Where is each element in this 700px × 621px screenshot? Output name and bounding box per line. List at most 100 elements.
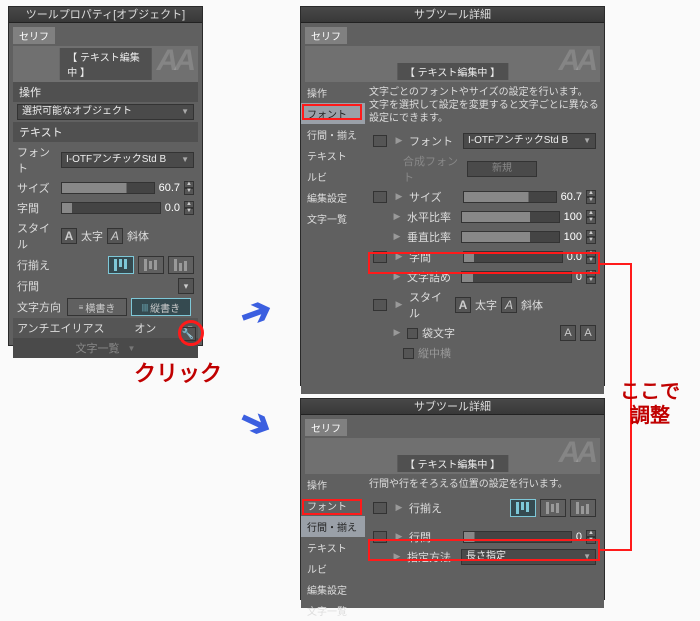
expand-icon[interactable]: ▶ <box>391 231 403 243</box>
size-spinner[interactable]: ▲▼ <box>586 190 596 204</box>
leading-menu-icon[interactable]: ▾ <box>178 278 194 294</box>
italic-icon[interactable]: A <box>501 297 517 313</box>
sidebar-item-ruby[interactable]: ルビ <box>301 166 365 187</box>
kerning-spinner[interactable]: ▲▼ <box>586 270 596 284</box>
align-label: 行揃え <box>409 500 459 516</box>
bold-label: 太字 <box>81 228 103 244</box>
align-center-button[interactable] <box>138 256 164 274</box>
expand-icon[interactable]: ▶ <box>391 327 403 339</box>
font-value: I-OTFアンチックStd B <box>66 153 166 167</box>
hratio-slider[interactable] <box>461 211 560 223</box>
tab-serif[interactable]: セリフ <box>13 27 55 44</box>
expand-icon[interactable]: ▶ <box>391 271 403 283</box>
annotation-adjust-text: ここで調整 <box>620 380 680 428</box>
antialias-label: アンチエイリアス <box>17 320 105 336</box>
sidebar-item-line-align[interactable]: 行間・揃え <box>301 516 365 537</box>
eye-icon[interactable] <box>373 251 387 263</box>
leading-value: 0 <box>576 531 582 543</box>
char-list-button[interactable]: 文字一覧 <box>76 340 120 356</box>
tracking-label: 字間 <box>17 200 57 216</box>
tab-serif[interactable]: セリフ <box>305 419 347 436</box>
outline-style-2[interactable]: A <box>580 325 596 341</box>
tracking-slider[interactable] <box>463 251 563 263</box>
outline-style-1[interactable]: A <box>560 325 576 341</box>
sidebar-item-line-align[interactable]: 行間・揃え <box>301 124 365 145</box>
align-center-button[interactable] <box>540 499 566 517</box>
banner-glyph: AA <box>559 436 594 470</box>
sidebar-item-edit-settings[interactable]: 編集設定 <box>301 579 365 600</box>
expand-icon[interactable]: ▶ <box>393 531 405 543</box>
expand-icon[interactable]: ▶ <box>393 251 405 263</box>
expand-icon[interactable]: ▶ <box>393 502 405 514</box>
hratio-spinner[interactable]: ▲▼ <box>586 210 596 224</box>
align-bottom-button[interactable] <box>168 256 194 274</box>
eye-icon[interactable] <box>373 135 387 147</box>
kerning-value: 0 <box>576 271 582 283</box>
align-top-button[interactable] <box>108 256 134 274</box>
kerning-slider[interactable] <box>461 271 572 283</box>
method-dropdown[interactable]: 長さ指定▼ <box>461 549 596 565</box>
strike-label: 縦中横 <box>418 345 451 361</box>
vratio-slider[interactable] <box>461 231 560 243</box>
tab-serif[interactable]: セリフ <box>305 27 347 44</box>
expand-icon[interactable]: ▶ <box>393 135 405 147</box>
sidebar-item-char-list[interactable]: 文字一覧 <box>301 600 365 621</box>
new-composite-font-button[interactable]: 新規 <box>467 161 537 177</box>
leading-spinner[interactable]: ▲▼ <box>586 530 596 544</box>
vratio-value: 100 <box>564 231 582 243</box>
sidebar-item-font[interactable]: フォント <box>301 103 365 124</box>
leading-slider[interactable] <box>463 531 572 543</box>
method-label: 指定方法 <box>407 549 457 565</box>
italic-icon[interactable]: A <box>107 228 123 244</box>
sidebar-item-ruby[interactable]: ルビ <box>301 558 365 579</box>
wrench-button[interactable]: 🔧 <box>180 327 196 341</box>
sidebar-item-operation[interactable]: 操作 <box>301 82 365 103</box>
sidebar-item-char-list[interactable]: 文字一覧 <box>301 208 365 229</box>
align-top-button[interactable] <box>510 499 536 517</box>
annotation-connector <box>630 263 632 551</box>
size-slider[interactable] <box>61 182 155 194</box>
sidebar-item-font[interactable]: フォント <box>301 495 365 516</box>
selectable-object-dropdown[interactable]: 選択可能なオブジェクト▼ <box>17 104 194 120</box>
expand-icon[interactable]: ▶ <box>391 211 403 223</box>
bold-icon[interactable]: A <box>61 228 77 244</box>
leading-label: 行間 <box>409 529 459 545</box>
antialias-value[interactable]: オン <box>109 320 183 336</box>
expand-icon[interactable]: ▶ <box>393 191 405 203</box>
size-slider[interactable] <box>463 191 557 203</box>
size-spinner[interactable]: ▲▼ <box>184 181 194 195</box>
chevron-down-icon: ▼ <box>583 134 591 148</box>
font-dropdown[interactable]: I-OTFアンチックStd B▼ <box>463 133 596 149</box>
horizontal-button[interactable]: ≡横書き <box>67 298 127 316</box>
subtool-detail-panel-2: サブツール詳細 セリフ AA 【 テキスト編集中 】 操作 フォント 行間・揃え… <box>300 398 605 600</box>
chevron-down-icon: ▼ <box>583 550 591 564</box>
vertical-button[interactable]: |||縦書き <box>131 298 191 316</box>
banner-glyph: AA <box>157 44 192 78</box>
dropdown-label: 選択可能なオブジェクト <box>22 105 132 119</box>
sidebar-item-edit-settings[interactable]: 編集設定 <box>301 187 365 208</box>
editing-chip: 【 テキスト編集中 】 <box>59 48 152 80</box>
sidebar-item-text[interactable]: テキスト <box>301 145 365 166</box>
expand-icon[interactable]: ▶ <box>393 299 405 311</box>
hratio-label: 水平比率 <box>407 209 457 225</box>
sidebar-item-text[interactable]: テキスト <box>301 537 365 558</box>
section-text: テキスト <box>13 122 198 142</box>
align-label: 行揃え <box>17 257 57 273</box>
banner: AA 【 テキスト編集中 】 <box>305 46 600 82</box>
tracking-slider[interactable] <box>61 202 161 214</box>
font-dropdown[interactable]: I-OTFアンチックStd B▼ <box>61 152 194 168</box>
eye-icon[interactable] <box>373 531 387 543</box>
tool-property-panel: ツールプロパティ[オブジェクト] セリフ AA 【 テキスト編集中 】 操作 選… <box>8 6 203 346</box>
outline-checkbox[interactable] <box>407 328 418 339</box>
eye-icon[interactable] <box>373 299 387 311</box>
eye-icon[interactable] <box>373 502 387 514</box>
expand-icon[interactable]: ▶ <box>391 551 403 563</box>
sidebar-item-operation[interactable]: 操作 <box>301 474 365 495</box>
tracking-spinner[interactable]: ▲▼ <box>184 201 194 215</box>
align-bottom-button[interactable] <box>570 499 596 517</box>
eye-icon[interactable] <box>373 191 387 203</box>
tracking-spinner[interactable]: ▲▼ <box>586 250 596 264</box>
vratio-spinner[interactable]: ▲▼ <box>586 230 596 244</box>
bold-icon[interactable]: A <box>455 297 471 313</box>
strike-checkbox[interactable] <box>403 348 414 359</box>
